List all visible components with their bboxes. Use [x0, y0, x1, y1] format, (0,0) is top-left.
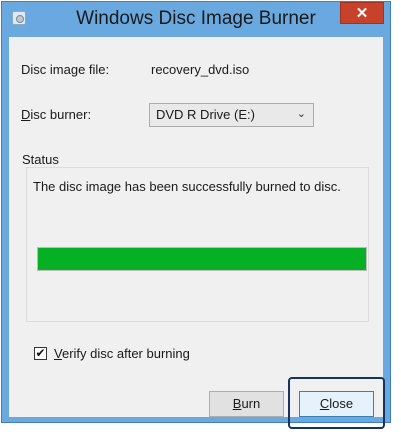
- status-group-title: Status: [20, 152, 61, 167]
- disc-burner-selected-value: DVD R Drive (E:): [156, 107, 255, 122]
- chevron-down-icon: ⌄: [296, 108, 306, 120]
- progress-bar: [37, 247, 367, 271]
- close-button[interactable]: Close: [299, 391, 374, 417]
- burner-label: Disc burner:: [21, 107, 92, 122]
- dialog-window: Windows Disc Image Burner ✕ Disc image f…: [1, 1, 391, 429]
- close-window-button[interactable]: ✕: [340, 2, 384, 24]
- verify-checkbox-label[interactable]: Verify disc after burning: [54, 346, 190, 361]
- verify-checkbox[interactable]: ✔: [34, 347, 47, 360]
- title-bar[interactable]: Windows Disc Image Burner ✕: [2, 2, 390, 36]
- burn-button[interactable]: Burn: [209, 391, 284, 417]
- image-file-label: Disc image file:: [21, 62, 110, 77]
- disc-burner-select[interactable]: DVD R Drive (E:) ⌄: [149, 103, 314, 127]
- image-file-value: recovery_dvd.iso: [151, 62, 250, 77]
- status-message: The disc image has been successfully bur…: [33, 179, 341, 194]
- window-title: Windows Disc Image Burner: [76, 8, 316, 29]
- progress-bar-fill: [38, 248, 366, 270]
- close-icon: ✕: [355, 5, 369, 22]
- dialog-content: Disc image file: recovery_dvd.iso Disc b…: [9, 37, 385, 429]
- checkmark-icon: ✔: [35, 346, 46, 360]
